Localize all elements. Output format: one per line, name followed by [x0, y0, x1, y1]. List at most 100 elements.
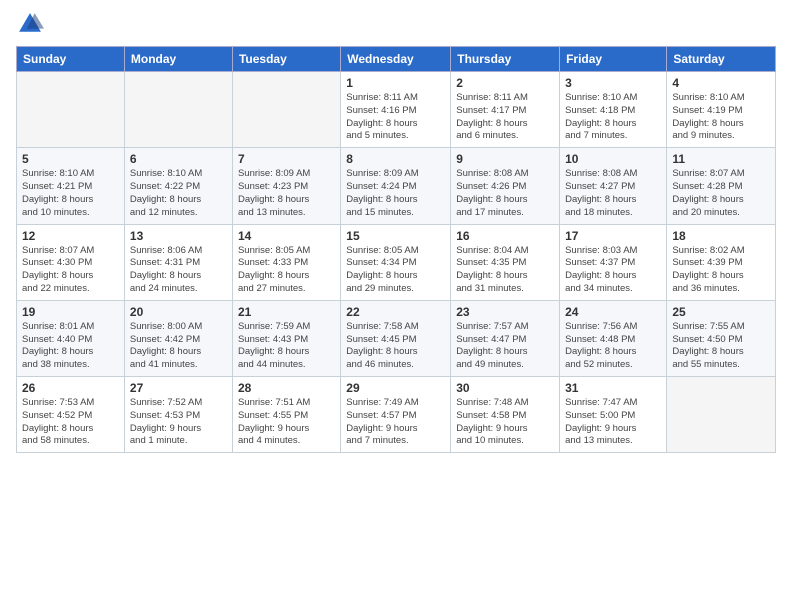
calendar-table: SundayMondayTuesdayWednesdayThursdayFrid…	[16, 46, 776, 453]
day-info: Sunrise: 8:04 AM Sunset: 4:35 PM Dayligh…	[456, 245, 554, 296]
calendar-day-cell: 9 Sunrise: 8:08 AM Sunset: 4:26 PM Daylig…	[451, 148, 560, 224]
calendar-day-cell: 6 Sunrise: 8:10 AM Sunset: 4:22 PM Daylig…	[124, 148, 232, 224]
day-number: 17	[565, 229, 661, 243]
day-number: 12	[22, 229, 119, 243]
calendar-day-cell	[232, 72, 340, 148]
calendar-day-cell: 14 Sunrise: 8:05 AM Sunset: 4:33 PM Dayli…	[232, 224, 340, 300]
day-number: 21	[238, 305, 335, 319]
day-number: 27	[130, 381, 227, 395]
calendar-header-cell: Wednesday	[341, 47, 451, 72]
day-info: Sunrise: 8:05 AM Sunset: 4:33 PM Dayligh…	[238, 245, 335, 296]
day-info: Sunrise: 8:03 AM Sunset: 4:37 PM Dayligh…	[565, 245, 661, 296]
day-info: Sunrise: 8:06 AM Sunset: 4:31 PM Dayligh…	[130, 245, 227, 296]
calendar-header-cell: Saturday	[667, 47, 776, 72]
day-number: 18	[672, 229, 770, 243]
day-number: 10	[565, 152, 661, 166]
calendar-day-cell: 17 Sunrise: 8:03 AM Sunset: 4:37 PM Dayli…	[560, 224, 667, 300]
day-number: 25	[672, 305, 770, 319]
calendar-day-cell: 29 Sunrise: 7:49 AM Sunset: 4:57 PM Dayli…	[341, 377, 451, 453]
calendar-day-cell: 8 Sunrise: 8:09 AM Sunset: 4:24 PM Daylig…	[341, 148, 451, 224]
day-number: 19	[22, 305, 119, 319]
day-number: 4	[672, 76, 770, 90]
day-info: Sunrise: 8:10 AM Sunset: 4:19 PM Dayligh…	[672, 92, 770, 143]
calendar-day-cell: 13 Sunrise: 8:06 AM Sunset: 4:31 PM Dayli…	[124, 224, 232, 300]
day-number: 15	[346, 229, 445, 243]
day-number: 13	[130, 229, 227, 243]
main-container: SundayMondayTuesdayWednesdayThursdayFrid…	[0, 0, 792, 463]
calendar-day-cell: 21 Sunrise: 7:59 AM Sunset: 4:43 PM Dayli…	[232, 300, 340, 376]
calendar-day-cell: 5 Sunrise: 8:10 AM Sunset: 4:21 PM Daylig…	[17, 148, 125, 224]
day-info: Sunrise: 7:57 AM Sunset: 4:47 PM Dayligh…	[456, 321, 554, 372]
day-info: Sunrise: 8:01 AM Sunset: 4:40 PM Dayligh…	[22, 321, 119, 372]
logo	[16, 10, 48, 38]
day-info: Sunrise: 7:51 AM Sunset: 4:55 PM Dayligh…	[238, 397, 335, 448]
calendar-header-cell: Monday	[124, 47, 232, 72]
day-number: 20	[130, 305, 227, 319]
calendar-day-cell	[124, 72, 232, 148]
calendar-day-cell: 7 Sunrise: 8:09 AM Sunset: 4:23 PM Daylig…	[232, 148, 340, 224]
calendar-day-cell: 3 Sunrise: 8:10 AM Sunset: 4:18 PM Daylig…	[560, 72, 667, 148]
calendar-day-cell: 31Sunrise: 7:47 AM Sunset: 5:00 PM Dayli…	[560, 377, 667, 453]
calendar-day-cell	[667, 377, 776, 453]
day-info: Sunrise: 7:55 AM Sunset: 4:50 PM Dayligh…	[672, 321, 770, 372]
calendar-day-cell: 16 Sunrise: 8:04 AM Sunset: 4:35 PM Dayli…	[451, 224, 560, 300]
calendar-body: 1 Sunrise: 8:11 AM Sunset: 4:16 PM Daylig…	[17, 72, 776, 453]
calendar-day-cell: 25 Sunrise: 7:55 AM Sunset: 4:50 PM Dayli…	[667, 300, 776, 376]
calendar-day-cell: 15Sunrise: 8:05 AM Sunset: 4:34 PM Dayli…	[341, 224, 451, 300]
calendar-header-cell: Thursday	[451, 47, 560, 72]
day-info: Sunrise: 7:59 AM Sunset: 4:43 PM Dayligh…	[238, 321, 335, 372]
day-number: 1	[346, 76, 445, 90]
calendar-day-cell	[17, 72, 125, 148]
calendar-week-row: 1 Sunrise: 8:11 AM Sunset: 4:16 PM Daylig…	[17, 72, 776, 148]
day-number: 3	[565, 76, 661, 90]
day-number: 23	[456, 305, 554, 319]
day-info: Sunrise: 8:09 AM Sunset: 4:23 PM Dayligh…	[238, 168, 335, 219]
day-info: Sunrise: 7:56 AM Sunset: 4:48 PM Dayligh…	[565, 321, 661, 372]
calendar-header-cell: Tuesday	[232, 47, 340, 72]
day-number: 30	[456, 381, 554, 395]
day-info: Sunrise: 8:08 AM Sunset: 4:27 PM Dayligh…	[565, 168, 661, 219]
day-info: Sunrise: 7:52 AM Sunset: 4:53 PM Dayligh…	[130, 397, 227, 448]
calendar-day-cell: 23 Sunrise: 7:57 AM Sunset: 4:47 PM Dayli…	[451, 300, 560, 376]
day-info: Sunrise: 8:09 AM Sunset: 4:24 PM Dayligh…	[346, 168, 445, 219]
day-info: Sunrise: 8:11 AM Sunset: 4:16 PM Dayligh…	[346, 92, 445, 143]
day-number: 7	[238, 152, 335, 166]
calendar-day-cell: 26 Sunrise: 7:53 AM Sunset: 4:52 PM Dayli…	[17, 377, 125, 453]
day-info: Sunrise: 7:47 AM Sunset: 5:00 PM Dayligh…	[565, 397, 661, 448]
day-info: Sunrise: 7:49 AM Sunset: 4:57 PM Dayligh…	[346, 397, 445, 448]
day-number: 29	[346, 381, 445, 395]
day-info: Sunrise: 8:11 AM Sunset: 4:17 PM Dayligh…	[456, 92, 554, 143]
day-info: Sunrise: 8:10 AM Sunset: 4:21 PM Dayligh…	[22, 168, 119, 219]
header	[16, 10, 776, 38]
calendar-day-cell: 19 Sunrise: 8:01 AM Sunset: 4:40 PM Dayli…	[17, 300, 125, 376]
day-info: Sunrise: 7:53 AM Sunset: 4:52 PM Dayligh…	[22, 397, 119, 448]
calendar-header-cell: Friday	[560, 47, 667, 72]
calendar-day-cell: 24 Sunrise: 7:56 AM Sunset: 4:48 PM Dayli…	[560, 300, 667, 376]
day-info: Sunrise: 8:08 AM Sunset: 4:26 PM Dayligh…	[456, 168, 554, 219]
day-number: 8	[346, 152, 445, 166]
calendar-day-cell: 27 Sunrise: 7:52 AM Sunset: 4:53 PM Dayli…	[124, 377, 232, 453]
calendar-header-row: SundayMondayTuesdayWednesdayThursdayFrid…	[17, 47, 776, 72]
calendar-header-cell: Sunday	[17, 47, 125, 72]
day-info: Sunrise: 8:10 AM Sunset: 4:22 PM Dayligh…	[130, 168, 227, 219]
calendar-day-cell: 11Sunrise: 8:07 AM Sunset: 4:28 PM Dayli…	[667, 148, 776, 224]
day-info: Sunrise: 7:58 AM Sunset: 4:45 PM Dayligh…	[346, 321, 445, 372]
calendar-day-cell: 30 Sunrise: 7:48 AM Sunset: 4:58 PM Dayli…	[451, 377, 560, 453]
day-info: Sunrise: 8:10 AM Sunset: 4:18 PM Dayligh…	[565, 92, 661, 143]
day-number: 16	[456, 229, 554, 243]
day-number: 5	[22, 152, 119, 166]
logo-icon	[16, 10, 44, 38]
day-number: 24	[565, 305, 661, 319]
calendar-day-cell: 2Sunrise: 8:11 AM Sunset: 4:17 PM Daylig…	[451, 72, 560, 148]
day-number: 14	[238, 229, 335, 243]
day-info: Sunrise: 8:07 AM Sunset: 4:30 PM Dayligh…	[22, 245, 119, 296]
day-number: 11	[672, 152, 770, 166]
calendar-day-cell: 22Sunrise: 7:58 AM Sunset: 4:45 PM Dayli…	[341, 300, 451, 376]
day-info: Sunrise: 7:48 AM Sunset: 4:58 PM Dayligh…	[456, 397, 554, 448]
day-number: 9	[456, 152, 554, 166]
calendar-week-row: 5 Sunrise: 8:10 AM Sunset: 4:21 PM Daylig…	[17, 148, 776, 224]
day-number: 26	[22, 381, 119, 395]
day-number: 6	[130, 152, 227, 166]
calendar-day-cell: 20Sunrise: 8:00 AM Sunset: 4:42 PM Dayli…	[124, 300, 232, 376]
calendar-week-row: 12 Sunrise: 8:07 AM Sunset: 4:30 PM Dayli…	[17, 224, 776, 300]
